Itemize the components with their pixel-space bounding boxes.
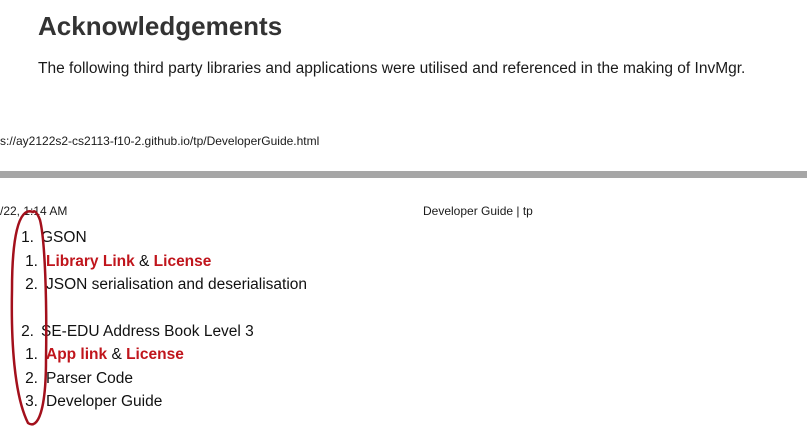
sublist-item-number: 1. [25, 346, 38, 363]
link-separator: & [107, 346, 127, 363]
sublist-item-number: 2. [25, 276, 38, 293]
print-footer-url: s://ay2122s2-cs2113-f10-2.github.io/tp/D… [0, 134, 320, 148]
sublist-item-links: App link & License [46, 346, 184, 364]
sublist-item-links: Library Link & License [46, 253, 211, 271]
library-link[interactable]: Library Link [46, 253, 135, 270]
list-item-number: 2. [21, 323, 34, 340]
list-item-se-edu: SE-EDU Address Book Level 3 [41, 323, 254, 340]
list-item-gson: GSON [41, 229, 87, 246]
print-header-date: /22, 1:14 AM [0, 204, 68, 218]
sublist-item-number: 2. [25, 370, 38, 387]
sublist-item-text: JSON serialisation and deserialisation [46, 276, 308, 293]
list-item-number: 1. [21, 229, 34, 246]
link-separator: & [134, 253, 154, 270]
sublist-item-number: 3. [25, 393, 38, 410]
page-break-divider [0, 171, 807, 178]
sublist-item-number: 1. [25, 253, 38, 270]
sublist-item-text: Parser Code [46, 370, 134, 387]
license-link[interactable]: License [154, 253, 212, 270]
print-header-title: Developer Guide | tp [423, 204, 533, 218]
page-heading: Acknowledgements [38, 11, 283, 41]
app-link[interactable]: App link [46, 346, 107, 363]
license-link[interactable]: License [126, 346, 184, 363]
sublist-item-text: Developer Guide [46, 393, 163, 410]
intro-paragraph: The following third party libraries and … [38, 60, 746, 77]
